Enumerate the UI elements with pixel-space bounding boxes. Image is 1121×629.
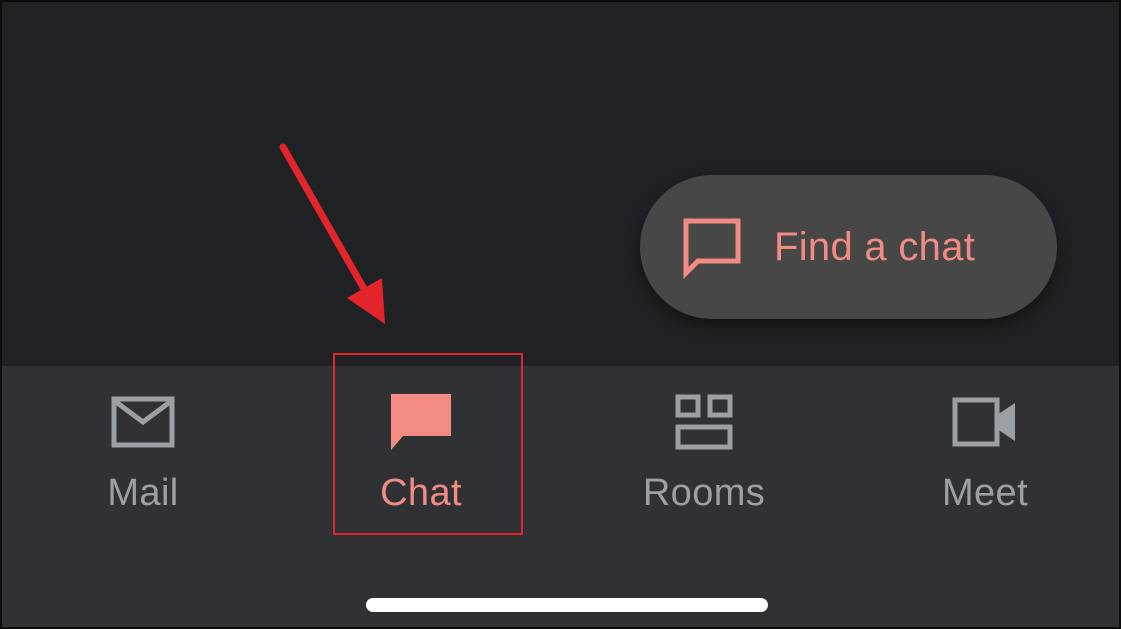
nav-item-mail[interactable]: Mail: [33, 388, 253, 518]
rooms-icon: [670, 388, 738, 456]
video-camera-icon: [951, 388, 1019, 456]
home-indicator[interactable]: [366, 598, 768, 612]
find-a-chat-button[interactable]: Find a chat: [640, 175, 1057, 319]
chat-icon: [387, 388, 455, 456]
chat-bubble-outline-icon: [680, 215, 744, 279]
nav-item-rooms[interactable]: Rooms: [594, 388, 814, 518]
nav-label-meet: Meet: [941, 472, 1029, 514]
find-a-chat-label: Find a chat: [774, 224, 976, 269]
nav-label-mail: Mail: [107, 472, 179, 514]
mail-icon: [109, 388, 177, 456]
nav-item-meet[interactable]: Meet: [875, 388, 1095, 518]
app-screen: Find a chat Mail Chat Rooms Meet: [0, 0, 1121, 629]
bottom-navigation-bar: Mail Chat Rooms Meet: [2, 366, 1119, 627]
nav-label-chat: Chat: [380, 472, 462, 514]
nav-item-chat[interactable]: Chat: [311, 388, 531, 518]
nav-label-rooms: Rooms: [642, 472, 766, 514]
